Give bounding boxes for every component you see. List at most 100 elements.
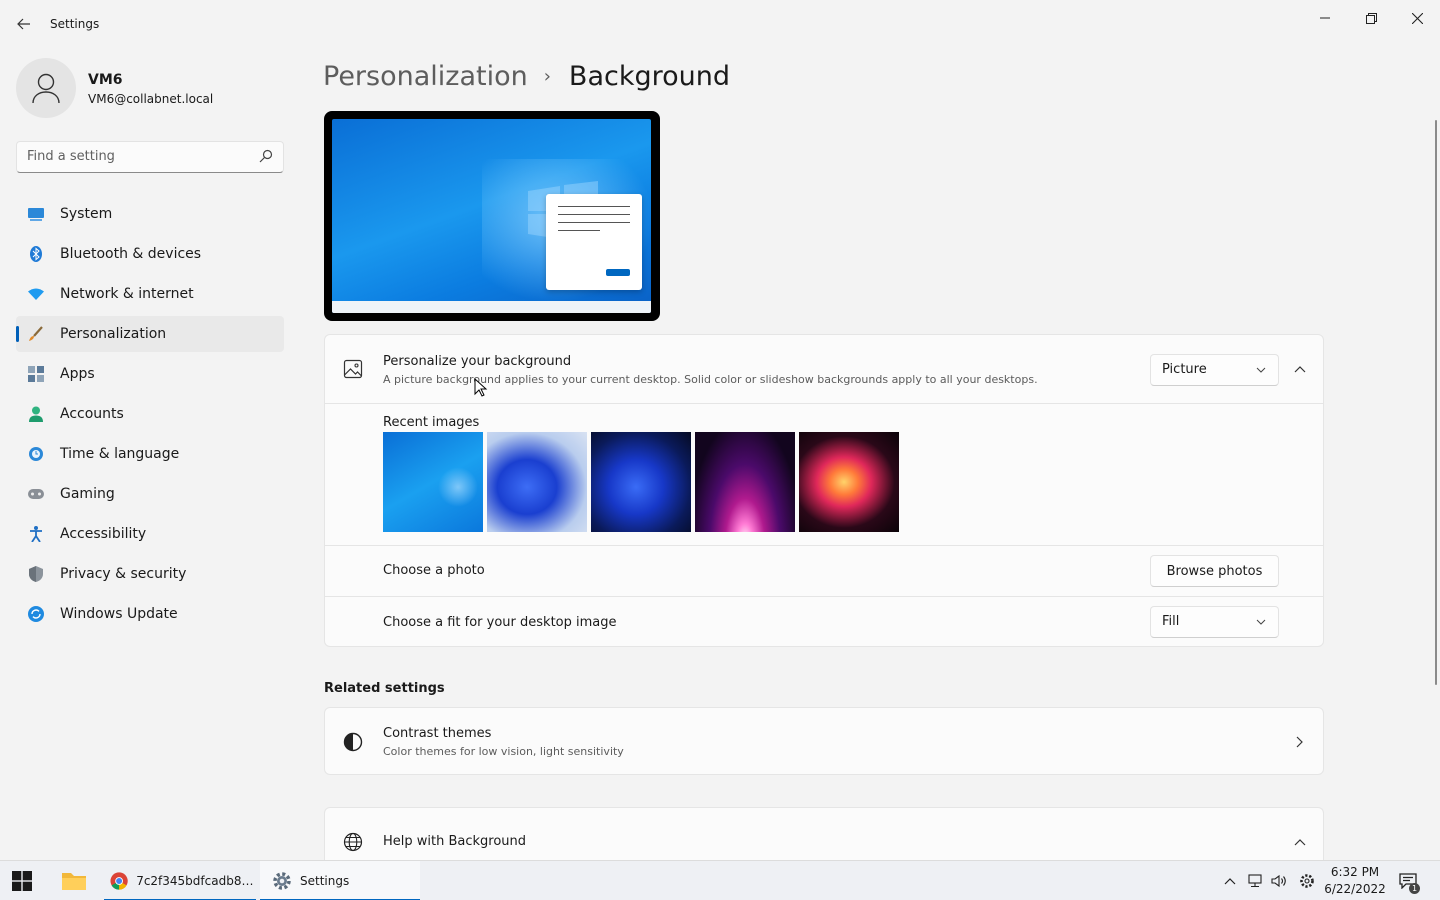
breadcrumb-parent[interactable]: Personalization — [323, 61, 528, 92]
chevron-down-icon — [1256, 367, 1266, 373]
fit-value: Fill — [1162, 614, 1180, 629]
clock[interactable]: 6:32 PM 6/22/2022 — [1322, 864, 1388, 898]
sidebar-item-label: Time & language — [60, 446, 180, 462]
notification-count-badge: 1 — [1409, 883, 1420, 894]
contrast-themes-title: Contrast themes — [383, 726, 492, 741]
chevron-up-icon[interactable] — [1289, 831, 1311, 853]
person-icon — [28, 406, 44, 422]
clock-date: 6/22/2022 — [1324, 882, 1386, 896]
desktop-preview — [324, 111, 660, 321]
browse-photos-button[interactable]: Browse photos — [1150, 555, 1279, 587]
sidebar-item-label: Windows Update — [60, 606, 178, 622]
search-input[interactable] — [27, 149, 247, 164]
recent-image-thumbnail[interactable] — [487, 432, 587, 532]
background-type-dropdown[interactable]: Picture — [1150, 354, 1279, 386]
sidebar-item-windows-update[interactable]: Windows Update — [16, 596, 284, 632]
preview-taskbar — [332, 301, 651, 313]
search-box[interactable] — [16, 141, 284, 173]
fit-dropdown[interactable]: Fill — [1150, 606, 1279, 638]
minimize-button[interactable] — [1302, 4, 1348, 32]
sidebar-item-label: Gaming — [60, 486, 115, 502]
contrast-themes-card[interactable]: Contrast themes Color themes for low vis… — [324, 707, 1324, 775]
fit-label: Choose a fit for your desktop image — [383, 615, 617, 630]
restore-button[interactable] — [1348, 4, 1394, 32]
taskbar: 7c2f345bdfcadb8a3... Settings 6:32 PM 6/… — [0, 860, 1440, 900]
gear-icon — [273, 872, 291, 890]
title-bar: Settings — [0, 0, 1440, 48]
sidebar-item-personalization[interactable]: Personalization — [16, 316, 284, 352]
close-button[interactable] — [1394, 4, 1440, 32]
sidebar-item-label: Apps — [60, 366, 95, 382]
contrast-themes-subtitle: Color themes for low vision, light sensi… — [383, 745, 624, 758]
sidebar-item-accessibility[interactable]: Accessibility — [16, 516, 284, 552]
file-explorer-button[interactable] — [60, 861, 88, 900]
sidebar-item-label: Accounts — [60, 406, 124, 422]
gear-icon — [1300, 874, 1314, 888]
app-title: Settings — [50, 17, 100, 31]
sidebar-item-label: System — [60, 206, 113, 222]
bluetooth-icon — [28, 246, 44, 262]
back-button[interactable] — [10, 12, 38, 36]
chrome-taskbar-item[interactable]: 7c2f345bdfcadb8a3... — [104, 861, 256, 900]
image-icon — [343, 359, 363, 379]
chevron-right-icon — [1289, 731, 1311, 753]
contrast-icon — [343, 732, 363, 752]
recent-images-row: Recent images — [325, 403, 1323, 545]
scrollbar[interactable] — [1435, 120, 1437, 685]
sidebar-item-label: Accessibility — [60, 526, 147, 542]
background-type-value: Picture — [1162, 362, 1207, 377]
chevron-down-icon — [1256, 619, 1266, 625]
collapse-button[interactable] — [1289, 358, 1311, 380]
fit-row: Choose a fit for your desktop image Fill — [325, 596, 1323, 647]
recent-image-thumbnail[interactable] — [799, 432, 899, 532]
user-profile[interactable]: VM6 VM6@collabnet.local — [16, 58, 213, 118]
settings-tray-icon[interactable] — [1297, 861, 1317, 900]
sidebar-item-gaming[interactable]: Gaming — [16, 476, 284, 512]
recent-image-thumbnail[interactable] — [695, 432, 795, 532]
sidebar-item-system[interactable]: System — [16, 196, 284, 232]
globe-icon — [343, 832, 363, 852]
person-icon — [32, 73, 60, 104]
notification-center-button[interactable]: 1 — [1396, 861, 1420, 900]
search-icon[interactable] — [259, 149, 273, 163]
help-background-card[interactable]: Help with Background — [324, 807, 1324, 867]
speaker-icon — [1271, 874, 1286, 888]
recent-image-thumbnail[interactable] — [383, 432, 483, 532]
sidebar-item-bluetooth[interactable]: Bluetooth & devices — [16, 236, 284, 272]
show-hidden-icons-button[interactable] — [1220, 861, 1240, 900]
preview-window — [546, 194, 642, 290]
back-arrow-icon — [17, 18, 30, 30]
minimize-icon — [1320, 17, 1330, 19]
apps-icon — [28, 366, 44, 382]
sidebar-item-accounts[interactable]: Accounts — [16, 396, 284, 432]
related-settings-heading: Related settings — [324, 681, 445, 696]
settings-taskbar-item[interactable]: Settings — [260, 861, 420, 900]
clock-globe-icon — [28, 446, 44, 462]
sidebar-item-network[interactable]: Network & internet — [16, 276, 284, 312]
breadcrumb: Personalization › Background — [323, 58, 730, 94]
personalize-background-title: Personalize your background — [383, 354, 572, 369]
recent-images-list — [383, 432, 899, 532]
sidebar-item-privacy[interactable]: Privacy & security — [16, 556, 284, 592]
wifi-icon — [28, 286, 44, 302]
accessibility-icon — [28, 526, 44, 542]
recent-image-thumbnail[interactable] — [591, 432, 691, 532]
choose-photo-label: Choose a photo — [383, 563, 485, 578]
network-tray-icon[interactable] — [1245, 861, 1265, 900]
sidebar-item-label: Personalization — [60, 326, 167, 342]
chevron-up-icon — [1224, 878, 1236, 885]
mouse-cursor-icon — [474, 378, 488, 397]
chevron-up-icon — [1294, 366, 1306, 373]
user-name: VM6 — [88, 72, 123, 88]
recent-images-label: Recent images — [383, 415, 480, 430]
sidebar-item-apps[interactable]: Apps — [16, 356, 284, 392]
user-email: VM6@collabnet.local — [88, 92, 214, 106]
chrome-icon — [110, 872, 128, 890]
shield-icon — [28, 566, 44, 582]
sidebar-item-time-language[interactable]: Time & language — [16, 436, 284, 472]
start-button[interactable] — [12, 861, 32, 900]
volume-tray-icon[interactable] — [1269, 861, 1289, 900]
gamepad-icon — [28, 486, 44, 502]
folder-icon — [62, 873, 86, 890]
chrome-taskbar-label: 7c2f345bdfcadb8a3... — [136, 874, 256, 888]
